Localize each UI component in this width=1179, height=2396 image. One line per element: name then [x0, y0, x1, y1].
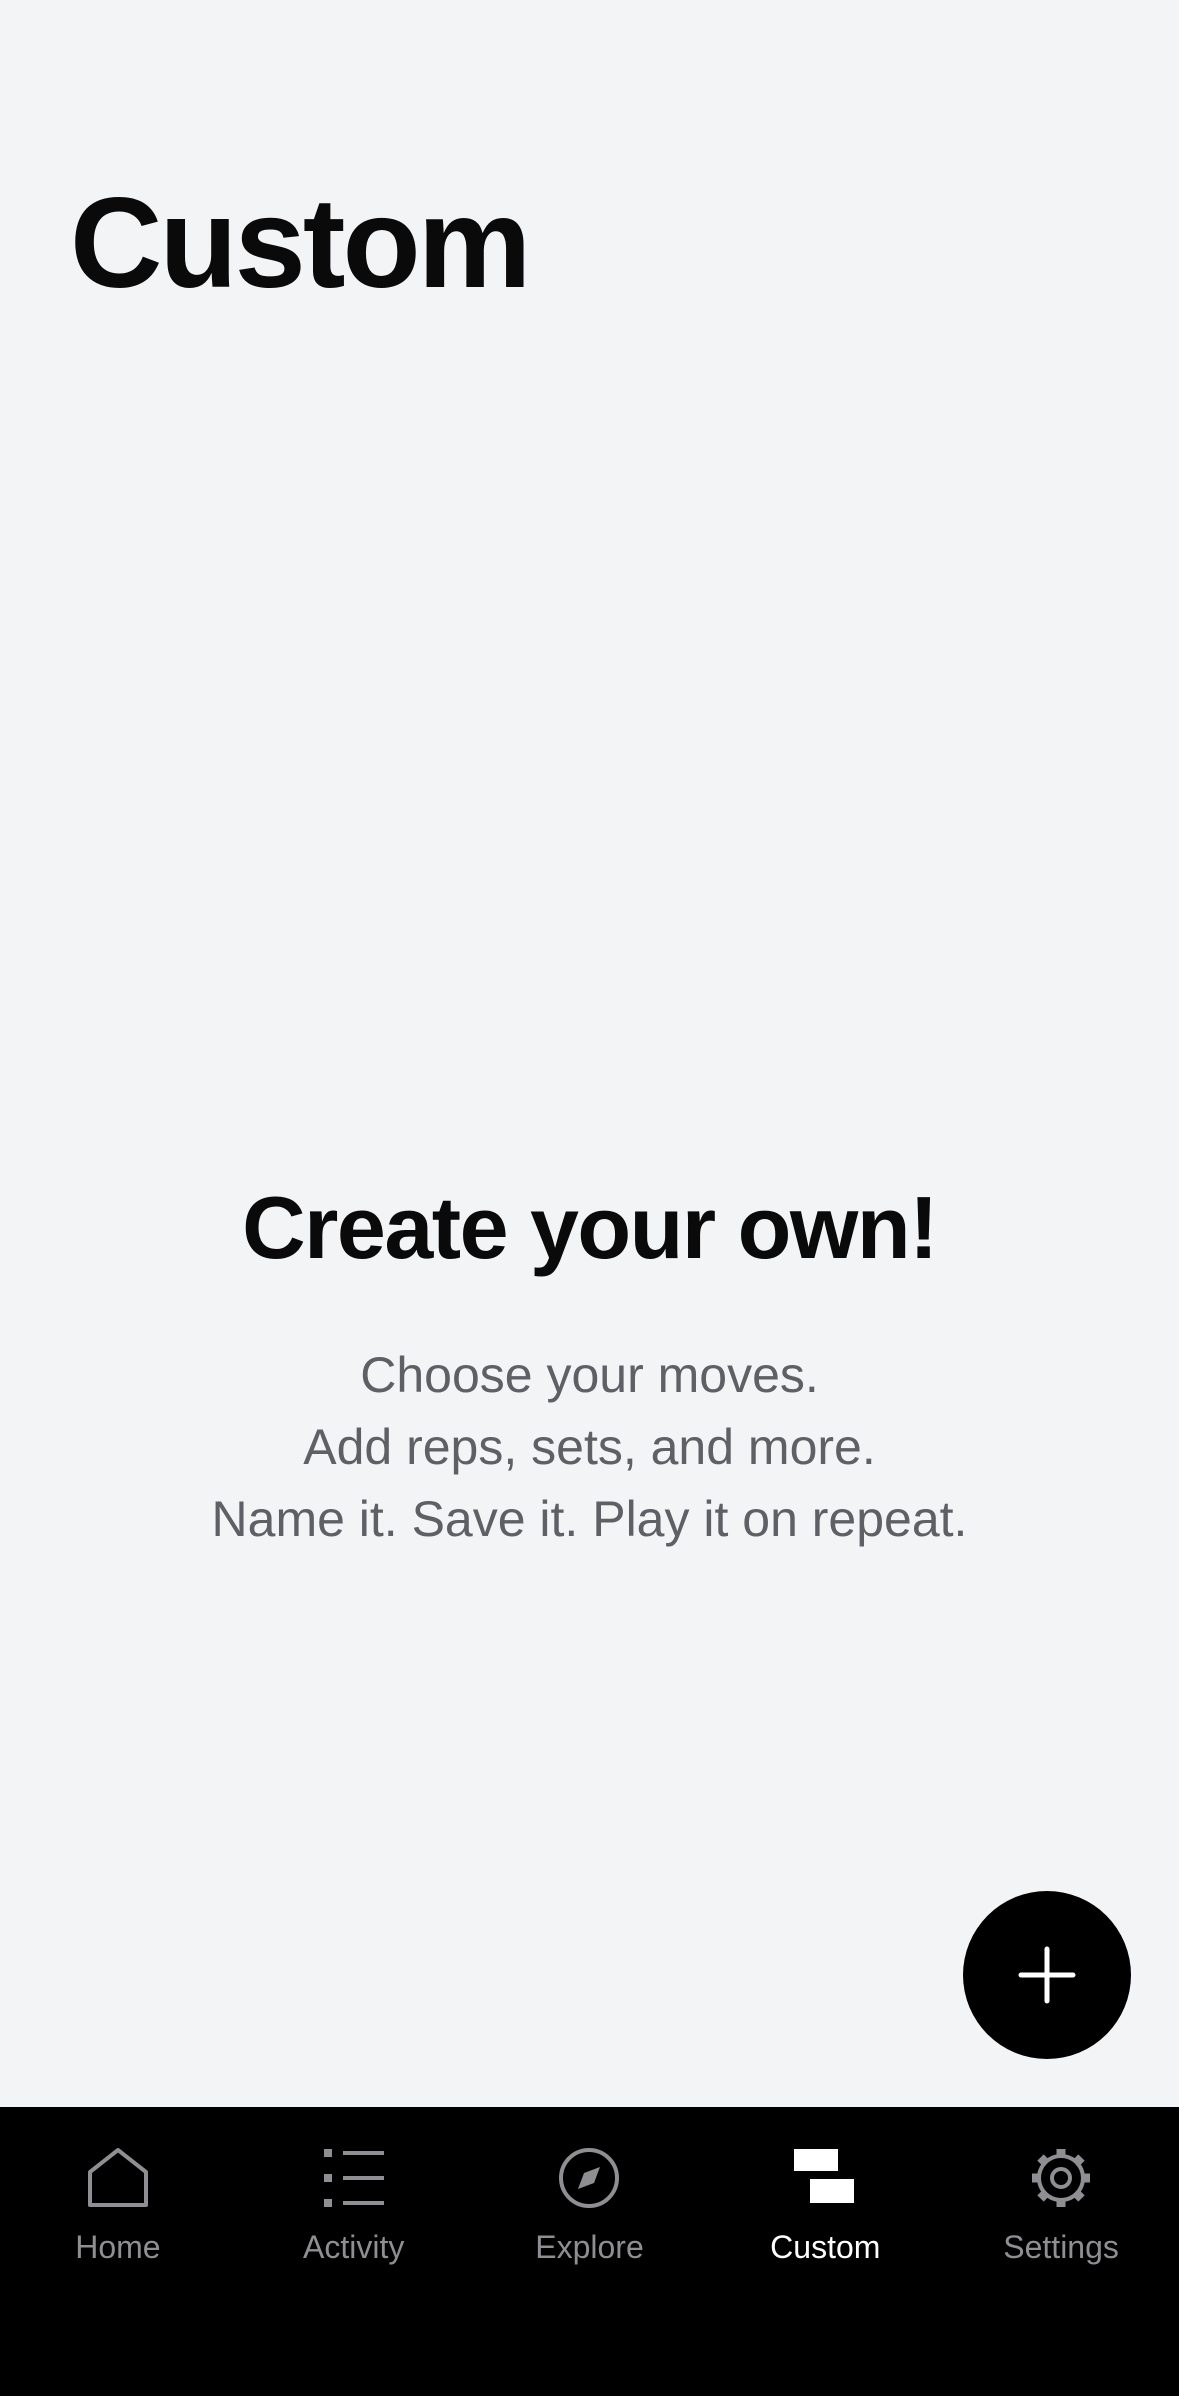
tab-custom-label: Custom — [770, 2229, 881, 2265]
gear-icon — [1026, 2143, 1096, 2213]
tab-home[interactable]: Home — [0, 2107, 236, 2396]
tab-explore[interactable]: Explore — [472, 2107, 708, 2396]
empty-state-line: Add reps, sets, and more. — [303, 1418, 876, 1475]
compass-icon — [554, 2143, 624, 2213]
empty-state-line: Name it. Save it. Play it on repeat. — [211, 1490, 968, 1547]
custom-blocks-icon — [790, 2143, 860, 2213]
list-icon — [319, 2143, 389, 2213]
empty-state-line: Choose your moves. — [360, 1346, 819, 1403]
add-custom-workout-button[interactable] — [963, 1891, 1131, 2059]
empty-state-description: Choose your moves. Add reps, sets, and m… — [0, 1339, 1179, 1555]
tab-settings-label: Settings — [1003, 2229, 1119, 2265]
tab-explore-label: Explore — [535, 2229, 644, 2265]
tab-activity[interactable]: Activity — [236, 2107, 472, 2396]
empty-state: Create your own! Choose your moves. Add … — [0, 1178, 1179, 1555]
plus-icon — [1018, 1946, 1076, 2004]
tab-activity-label: Activity — [303, 2229, 405, 2265]
tab-home-label: Home — [75, 2229, 161, 2265]
tab-bar: Home Activity Explore Custom Settings — [0, 2107, 1179, 2396]
tab-custom[interactable]: Custom — [707, 2107, 943, 2396]
page-title: Custom — [70, 172, 531, 315]
empty-state-title: Create your own! — [242, 1178, 938, 1277]
home-icon — [83, 2143, 153, 2213]
tab-settings[interactable]: Settings — [943, 2107, 1179, 2396]
